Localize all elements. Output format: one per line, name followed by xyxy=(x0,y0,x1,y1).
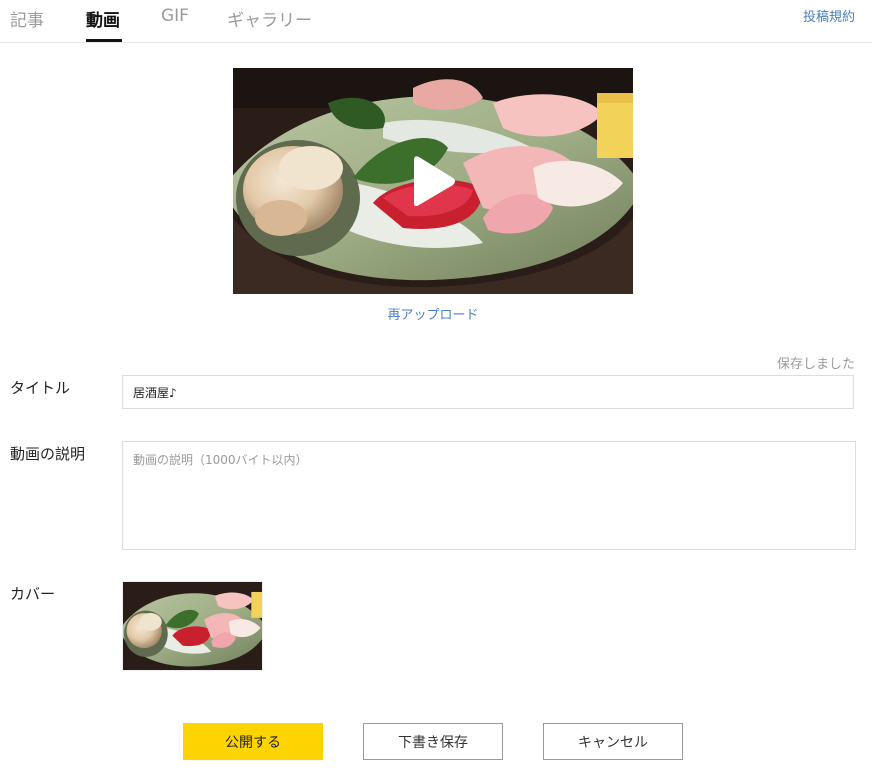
cancel-button[interactable]: キャンセル xyxy=(543,723,683,760)
cover-image xyxy=(123,582,262,670)
video-thumbnail-image xyxy=(233,68,633,294)
title-label: タイトル xyxy=(10,379,71,397)
save-draft-button[interactable]: 下書き保存 xyxy=(363,723,503,760)
tab-video[interactable]: 動画 xyxy=(86,6,120,31)
saved-status: 保存しました xyxy=(776,357,855,372)
title-input[interactable] xyxy=(122,375,854,409)
description-label: 動画の説明 xyxy=(10,445,86,463)
publish-button[interactable]: 公開する xyxy=(183,723,323,760)
video-post-editor: 記事 動画 GIF ギャラリー 投稿規約 再アップロード 保存しました タイトル… xyxy=(0,0,872,770)
tab-gif[interactable]: GIF xyxy=(161,6,189,26)
tab-bar: 記事 動画 GIF ギャラリー 投稿規約 xyxy=(0,0,872,43)
cover-label: カバー xyxy=(10,585,56,603)
description-textarea[interactable] xyxy=(122,441,856,550)
reupload-link[interactable]: 再アップロード xyxy=(0,304,866,323)
cover-thumbnail[interactable] xyxy=(122,581,263,671)
tab-gallery[interactable]: ギャラリー xyxy=(227,6,312,31)
active-tab-indicator xyxy=(86,39,122,42)
video-preview[interactable] xyxy=(233,68,633,294)
tab-article[interactable]: 記事 xyxy=(10,6,44,31)
terms-link[interactable]: 投稿規約 xyxy=(803,6,855,25)
